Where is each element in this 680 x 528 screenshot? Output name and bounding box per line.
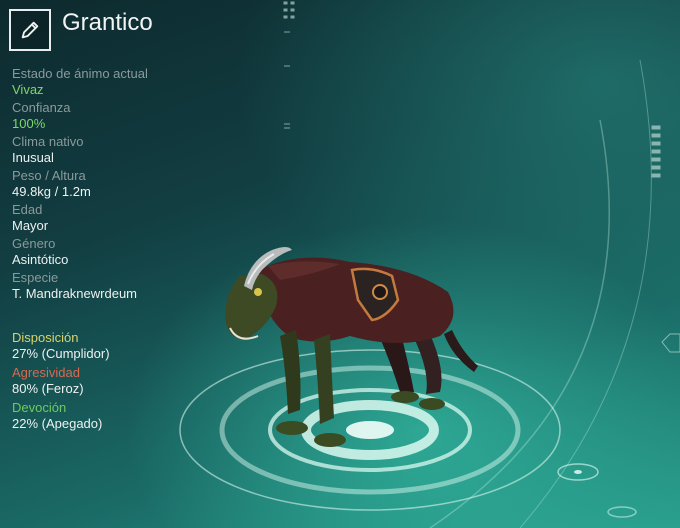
- creature-scene: [179, 1, 680, 528]
- creature-model: [225, 247, 478, 447]
- background-arcs: [429, 59, 652, 528]
